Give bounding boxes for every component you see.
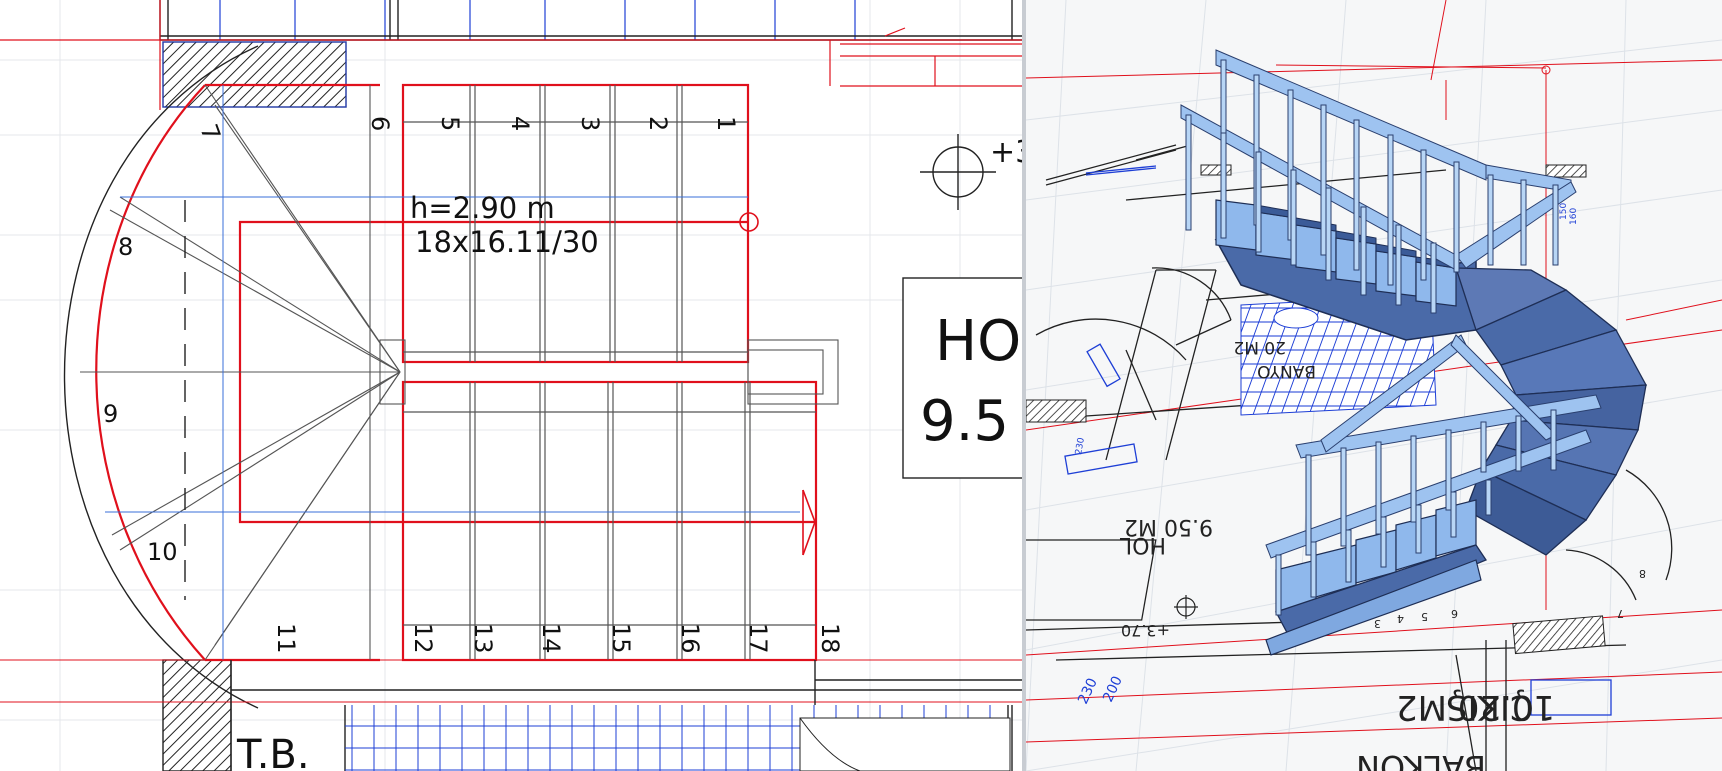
persp-step-7: 7 [1617, 607, 1624, 620]
step-number-12: 12 [409, 623, 437, 654]
persp-step-3: 3 [1374, 617, 1381, 630]
step-number-7: 7 [194, 120, 226, 144]
step-number-18: 18 [816, 623, 844, 654]
step-number-5: 5 [436, 116, 464, 131]
persp-dim-4: 160 [1569, 208, 1579, 225]
floor-plan-viewport[interactable]: h=2.90 m 18x16.11/30 1 2 3 4 5 6 7 8 9 1… [0, 0, 1022, 771]
step-number-3: 3 [576, 116, 604, 131]
floor-plan-canvas[interactable]: h=2.90 m 18x16.11/30 1 2 3 4 5 6 7 8 9 1… [0, 0, 1022, 771]
step-number-17: 17 [744, 623, 772, 654]
persp-level-mark: +3.70 [1121, 621, 1170, 640]
wall-hatch-bottom [162, 659, 232, 771]
persp-room-name-cikis: ÇIKIŞ [1446, 687, 1534, 727]
cad-workspace: h=2.90 m 18x16.11/30 1 2 3 4 5 6 7 8 9 1… [0, 0, 1722, 771]
step-number-9: 9 [103, 400, 118, 428]
persp-step-6: 6 [1451, 607, 1458, 620]
room-name: HO [935, 309, 1021, 374]
toilet-label: T.B. [236, 732, 310, 771]
stair-riser-label: 18x16.11/30 [415, 225, 599, 259]
persp-dim-1: 230 [1075, 676, 1101, 707]
persp-dim-3: 150 [1559, 203, 1569, 220]
step-number-15: 15 [607, 623, 635, 654]
persp-room-name-balkon: BALKON [1356, 748, 1486, 771]
persp-step-8: 8 [1639, 567, 1646, 580]
step-number-1: 1 [712, 116, 740, 131]
step-number-10: 10 [147, 538, 178, 566]
step-number-8: 8 [118, 233, 133, 261]
wall-hatch-top [162, 41, 347, 108]
persp-level-marker-icon [1174, 595, 1198, 619]
persp-step-5: 5 [1421, 610, 1428, 623]
step-number-11: 11 [272, 623, 300, 654]
persp-step-4: 4 [1397, 612, 1404, 625]
step-number-16: 16 [676, 623, 704, 654]
persp-room-name-banyo: BANYO [1257, 361, 1316, 381]
step-number-4: 4 [506, 116, 534, 131]
step-number-14: 14 [537, 623, 565, 654]
persp-dim-2: 200 [1100, 674, 1126, 705]
level-marker-icon [920, 134, 996, 210]
persp-room-area-banyo: 20 M2 [1233, 337, 1286, 357]
stair-height-label: h=2.90 m [410, 191, 555, 225]
room-area: 9.5 [920, 389, 1009, 454]
step-number-6: 6 [366, 116, 394, 131]
step-number-13: 13 [469, 623, 497, 654]
perspective-viewport[interactable]: 9.50 M2 HOL +3.70 20 M2 BANYO 10.20 M2 B… [1026, 0, 1722, 771]
perspective-canvas[interactable]: 9.50 M2 HOL +3.70 20 M2 BANYO 10.20 M2 B… [1026, 0, 1722, 771]
persp-room-name-hol: HOL [1119, 532, 1166, 557]
step-number-2: 2 [644, 116, 672, 131]
level-mark: +3 [990, 135, 1022, 170]
